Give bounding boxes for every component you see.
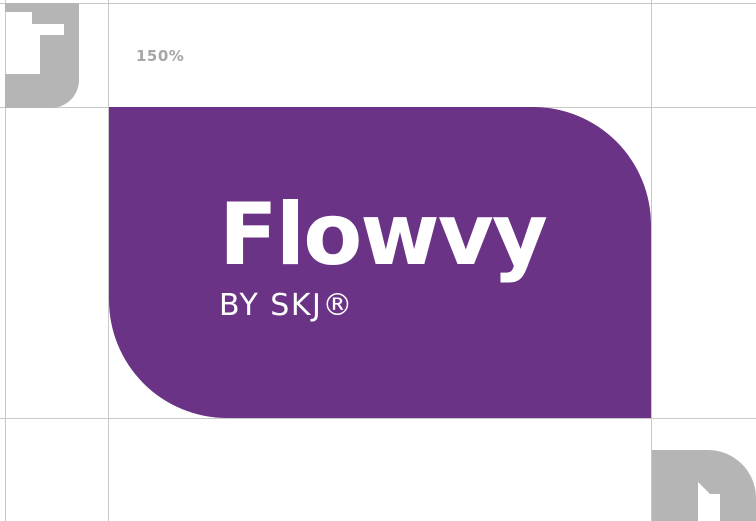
logo-wordmark: Flowvy [219,185,548,285]
logo-subtitle: BY SKJ® [219,288,354,323]
guide-line-top [0,3,756,4]
logo-clearspace-canvas: 150% Flowvy BY SKJ® [0,0,756,521]
guide-line-lower [0,418,756,419]
skj-j-mark-icon [5,3,79,108]
scale-label: 150% [136,47,185,65]
skj-d-mark-icon [652,450,756,521]
guide-line-right [651,0,652,521]
